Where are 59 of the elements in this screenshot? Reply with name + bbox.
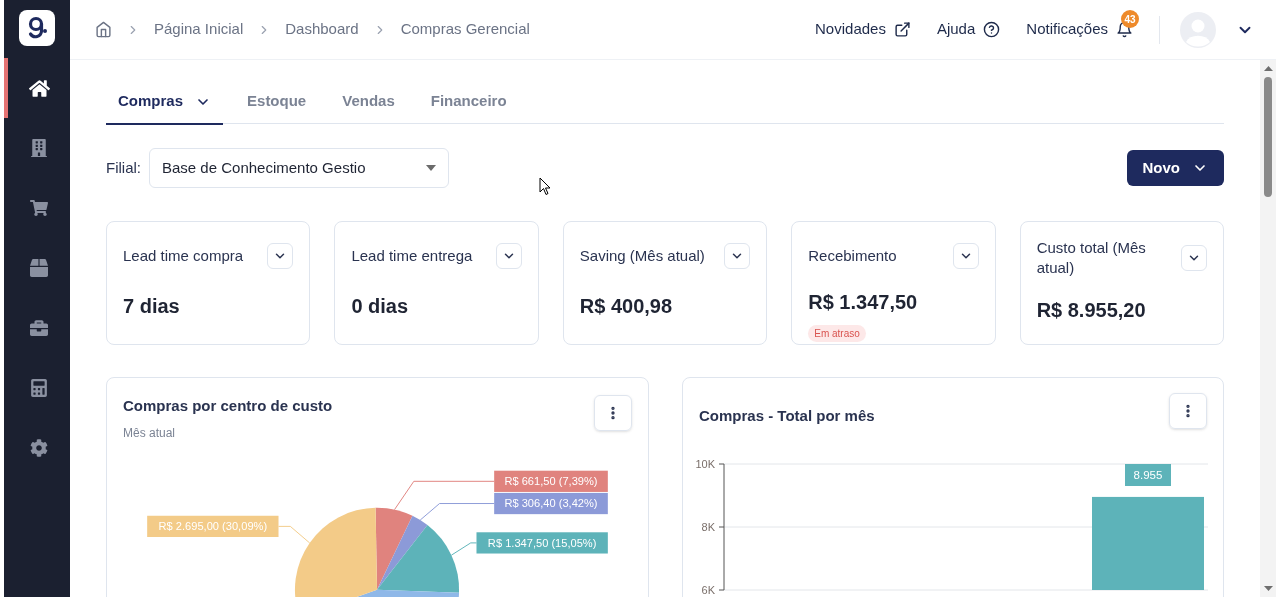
caret-icon	[426, 165, 436, 171]
filter-label: Filial:	[106, 157, 141, 178]
header-link[interactable]: Notificações 43	[1026, 8, 1139, 51]
settings-icon	[30, 439, 48, 457]
mouse-cursor-icon	[539, 177, 551, 196]
cart-icon	[30, 199, 48, 217]
data-label: R$ 2.695,00 (30,09%)	[147, 516, 279, 538]
branch-select[interactable]: Base de Conhecimento Gestio	[149, 148, 449, 188]
box-icon	[30, 259, 48, 277]
kpi-title: Recebimento	[808, 246, 897, 266]
breadcrumb-link[interactable]: Página Inicial	[154, 18, 244, 41]
kpi-title: Saving (Mês atual)	[579, 246, 705, 266]
axis-tick-label: 8K	[701, 521, 715, 533]
data-label: 8.955	[1125, 464, 1171, 486]
more-options-button[interactable]	[1169, 393, 1207, 429]
breadcrumb-link[interactable]: Compras Gerencial	[400, 18, 530, 41]
chart-subtitle: Mês atual	[123, 424, 177, 442]
axis-tick-label: 6K	[701, 584, 715, 596]
scrollbar[interactable]	[1260, 60, 1276, 597]
data-label: R$ 661,50 (7,39%)	[494, 470, 608, 493]
logo-icon	[26, 16, 48, 40]
header-link[interactable]: Ajuda	[936, 8, 1001, 51]
bell-icon	[1116, 21, 1133, 38]
scroll-up-icon[interactable]	[1263, 66, 1273, 71]
chart-title: Compras - Total por mês	[699, 406, 875, 426]
breadcrumb-link[interactable]: Dashboard	[285, 18, 359, 41]
data-label: R$ 306,40 (3,42%)	[494, 493, 608, 515]
tab[interactable]: Vendas	[330, 80, 407, 125]
more-options-button[interactable]	[594, 395, 632, 431]
home-icon	[28, 77, 50, 99]
tab[interactable]: Compras	[106, 80, 224, 125]
help-icon	[983, 21, 1001, 38]
calculator-icon	[30, 379, 48, 397]
home-icon[interactable]	[95, 21, 112, 38]
leader-line	[278, 526, 311, 544]
kpi-value: R$ 8.955,20	[1036, 298, 1147, 323]
external-link-icon	[893, 21, 911, 38]
briefcase-icon	[30, 319, 48, 337]
kpi-value: 7 dias	[123, 294, 181, 319]
logo[interactable]	[19, 10, 55, 46]
scroll-down-icon[interactable]	[1263, 586, 1273, 591]
tab[interactable]: Financeiro	[418, 80, 519, 125]
kpi-title: Lead time compra	[123, 246, 244, 266]
data-label: R$ 1.347,50 (15,05%)	[476, 532, 608, 554]
kpi-value: R$ 1.347,50	[808, 290, 919, 315]
building-icon	[30, 139, 48, 157]
leader-line	[450, 542, 477, 556]
scroll-thumb[interactable]	[1264, 77, 1272, 197]
notification-badge: 43	[1121, 10, 1139, 28]
new-button[interactable]: Novo	[1126, 150, 1224, 186]
axis-tick-label: 10K	[695, 458, 715, 470]
kpi-title: Custo total (Mês atual)	[1036, 238, 1147, 278]
kpi-value: 0 dias	[351, 294, 410, 319]
status-badge: Em atraso	[808, 325, 866, 342]
header-link[interactable]: Novidades	[815, 8, 911, 51]
kpi-title: Lead time entrega	[351, 246, 473, 266]
kpi-value: R$ 400,98	[579, 294, 674, 319]
chart-title: Compras por centro de custo	[123, 396, 333, 416]
tab[interactable]: Estoque	[235, 80, 319, 125]
